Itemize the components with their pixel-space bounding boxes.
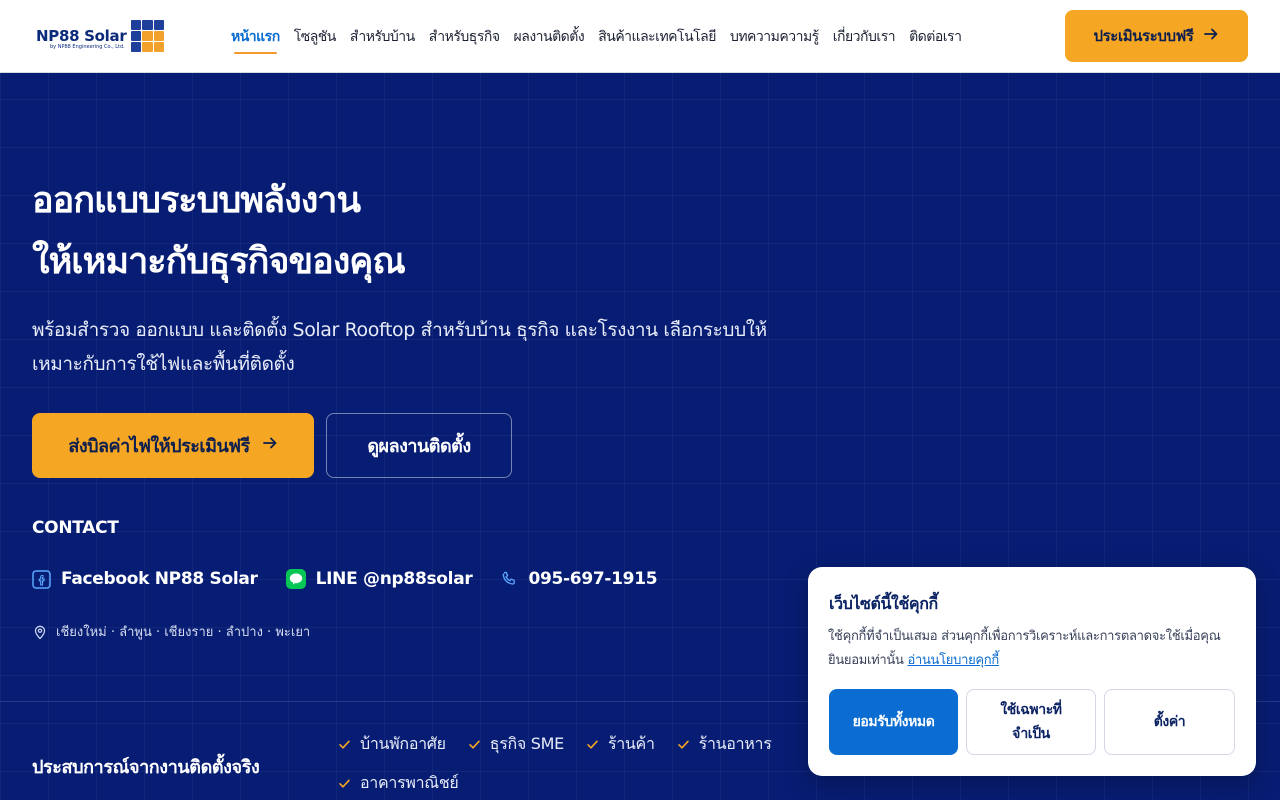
nav-item-business[interactable]: สำหรับธุรกิจ [429,24,500,48]
experience-heading: ประสบการณ์จากงานติดตั้งจริง [32,757,260,778]
send-bill-button[interactable]: ส่งบิลค่าไฟให้ประเมินฟรี [32,413,314,478]
experience-tag-label: ร้านค้า [607,733,655,753]
phone-icon [500,570,518,588]
line-label: LINE @np88solar [315,569,473,589]
line-icon [285,569,306,589]
facebook-icon [32,569,51,589]
cookie-policy-link[interactable]: อ่านนโยบายคุกกี้ [907,653,999,668]
arrow-right-icon [262,435,278,456]
nav-item-solutions[interactable]: โซลูชัน [294,24,337,48]
cookie-title: เว็บไซต์นี้ใช้คุกกี้ [829,594,938,613]
hero-title-line-1: ออกแบบระบบพลังงาน [32,180,361,221]
service-areas: เชียงใหม่ · ลำพูน · เชียงราย · ลำปาง · พ… [32,621,310,642]
solar-panel-icon [131,20,164,52]
nav-item-articles[interactable]: บทความความรู้ [730,24,819,48]
check-icon [468,738,481,751]
experience-tag: ร้านค้า [586,733,655,755]
contact-heading: CONTACT [32,518,119,538]
view-portfolio-label: ดูผลงานติดตั้ง [367,436,471,457]
experience-tag: ธุรกิจ SME [468,733,564,755]
hero-description: พร้อมสำรวจ ออกแบบ และติดตั้ง Solar Rooft… [32,319,767,375]
service-areas-text: เชียงใหม่ · ลำพูน · เชียงราย · ลำปาง · พ… [56,625,311,640]
accept-all-button[interactable]: ยอมรับทั้งหมด [829,689,958,755]
logo[interactable]: NP88 Solar by NP88 Engineering Co., Ltd. [36,20,164,54]
facebook-link[interactable]: Facebook NP88 Solar [32,569,258,589]
check-icon [677,738,690,751]
arrow-right-icon [1203,26,1219,46]
cookie-banner: เว็บไซต์นี้ใช้คุกกี้ ใช้คุกกี้ที่จำเป็นเ… [808,567,1256,776]
cookie-text: ใช้คุกกี้ที่จำเป็นเสมอ ส่วนคุกกี้เพื่อกา… [828,625,1238,673]
phone-number: 095-697-1915 [528,569,658,589]
main-nav: หน้าแรก โซลูชัน สำหรับบ้าน สำหรับธุรกิจ … [231,24,975,54]
cookie-description: ใช้คุกกี้ที่จำเป็นเสมอ ส่วนคุกกี้เพื่อกา… [828,629,1221,668]
experience-tag-label: อาคารพาณิชย์ [360,772,459,792]
experience-tag: ร้านอาหาร [677,733,772,755]
nav-item-home-use[interactable]: สำหรับบ้าน [350,24,415,48]
free-assessment-button[interactable]: ประเมินระบบฟรี [1065,10,1248,62]
line-link[interactable]: LINE @np88solar [285,569,473,589]
phone-link[interactable]: 095-697-1915 [500,569,658,589]
experience-tag-label: บ้านพักอาศัย [360,733,446,753]
send-bill-label: ส่งบิลค่าไฟให้ประเมินฟรี [68,436,250,457]
contact-links: Facebook NP88 Solar LINE @np88solar 095-… [32,565,685,593]
map-pin-icon [32,624,48,640]
check-icon [338,738,351,751]
nav-item-home[interactable]: หน้าแรก [231,24,280,54]
hero-title-line-2: ให้เหมาะกับธุรกิจของคุณ [32,241,406,282]
logo-subtext: by NP88 Engineering Co., Ltd. [50,44,125,50]
check-icon [338,777,351,790]
nav-item-about[interactable]: เกี่ยวกับเรา [833,24,896,48]
necessary-only-button[interactable]: ใช้เฉพาะที่จำเป็น [966,689,1096,755]
hero-title: ออกแบบระบบพลังงาน ให้เหมาะกับธุรกิจของคุ… [32,170,406,292]
nav-item-contact[interactable]: ติดต่อเรา [909,24,962,48]
logo-text: NP88 Solar [36,27,127,45]
experience-tags: บ้านพักอาศัย ธุรกิจ SME ร้านค้า ร้านอาหา… [338,733,808,794]
cookie-settings-button[interactable]: ตั้งค่า [1104,689,1235,755]
nav-item-portfolio[interactable]: ผลงานติดตั้ง [514,24,585,48]
experience-tag-label: ธุรกิจ SME [489,733,564,753]
check-icon [586,738,599,751]
view-portfolio-button[interactable]: ดูผลงานติดตั้ง [326,413,512,478]
experience-tag: บ้านพักอาศัย [338,733,446,755]
nav-item-products[interactable]: สินค้าและเทคโนโลยี [598,24,716,48]
facebook-label: Facebook NP88 Solar [61,569,258,589]
free-assessment-label: ประเมินระบบฟรี [1093,27,1194,45]
site-header: NP88 Solar by NP88 Engineering Co., Ltd.… [0,0,1280,73]
experience-tag: อาคารพาณิชย์ [338,772,459,794]
experience-tag-label: ร้านอาหาร [698,733,772,753]
